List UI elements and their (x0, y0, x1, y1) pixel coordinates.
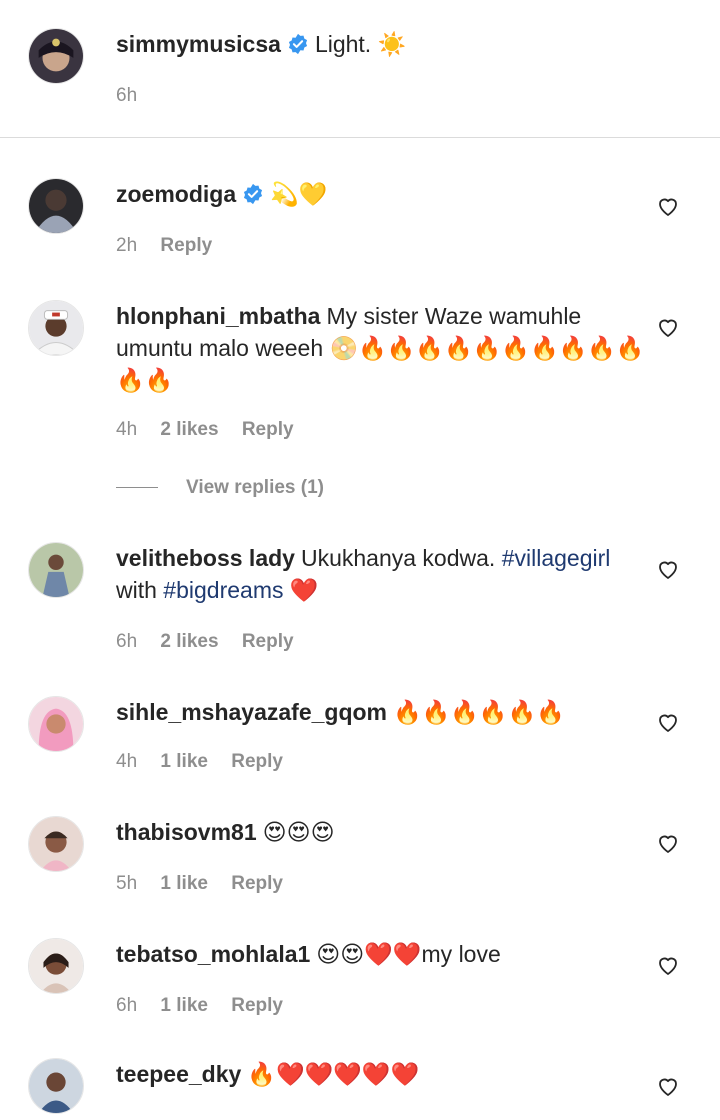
view-replies-divider (116, 487, 158, 489)
comment-time: 5h (116, 873, 138, 894)
comment-meta: 4h 2 likes Reply (116, 418, 312, 442)
avatar[interactable] (28, 28, 84, 84)
comment-time: 6h (116, 631, 138, 652)
comment-body: 💫💛 (270, 181, 328, 207)
comment-body-end: ❤️ (283, 577, 319, 603)
reply-button[interactable]: Reply (231, 873, 283, 894)
avatar[interactable] (28, 542, 84, 598)
avatar[interactable] (28, 696, 84, 752)
likes-count[interactable]: 2 likes (160, 419, 218, 440)
caption-username[interactable]: simmymusicsa (116, 31, 281, 57)
view-replies-button[interactable]: View replies (1) (116, 476, 324, 500)
likes-count[interactable]: 1 like (160, 873, 208, 894)
reply-button[interactable]: Reply (242, 419, 294, 440)
avatar[interactable] (28, 300, 84, 356)
comment-username[interactable]: tebatso_mohlala1 (116, 941, 310, 967)
comment-username[interactable]: hlonphani_mbatha (116, 303, 320, 329)
reply-button[interactable]: Reply (231, 751, 283, 772)
heart-icon[interactable] (656, 710, 680, 734)
comment-text: sihle_mshayazafe_gqom 🔥🔥🔥🔥🔥🔥 (116, 696, 646, 728)
comment-time: 4h (116, 751, 138, 772)
likes-count[interactable]: 1 like (160, 751, 208, 772)
comment-text: hlonphani_mbatha My sister Waze wamuhle u… (116, 300, 646, 396)
caption-text: simmymusicsa Light. ☀️ (116, 28, 646, 60)
comment-time: 4h (116, 419, 138, 440)
comment-text: velitheboss lady Ukukhanya kodwa. #villag… (116, 542, 646, 606)
comment-username[interactable]: thabisovm81 (116, 819, 257, 845)
comment-body: 🔥🔥🔥🔥🔥🔥 (393, 699, 565, 725)
comment-meta: 6h 1 like Reply (116, 994, 301, 1018)
post-caption: simmymusicsa Light. ☀️ 6h (0, 0, 720, 138)
comment-text: tebatso_mohlala1 😍😍❤️❤️my love (116, 938, 646, 970)
likes-count[interactable]: 2 likes (160, 631, 218, 652)
caption-time: 6h (116, 85, 138, 106)
comment-body: Ukukhanya kodwa. (300, 545, 502, 571)
caption-meta: 6h (116, 84, 155, 108)
hashtag-link[interactable]: #villagegirl (502, 545, 611, 571)
caption-body: Light. ☀️ (314, 31, 407, 57)
comment-text: zoemodiga 💫💛 (116, 178, 646, 210)
hashtag-link[interactable]: #bigdreams (163, 577, 283, 603)
reply-button[interactable]: Reply (160, 235, 212, 256)
comment-body: 😍😍😍 (262, 819, 335, 845)
comment-body: 😍😍❤️❤️my love (316, 941, 501, 967)
reply-button[interactable]: Reply (242, 631, 294, 652)
avatar[interactable] (28, 1058, 84, 1114)
comment-username[interactable]: teepee_dky (116, 1061, 241, 1087)
comment-meta: 4h 1 like Reply (116, 750, 301, 774)
reply-button[interactable]: Reply (231, 995, 283, 1016)
heart-icon[interactable] (656, 831, 680, 855)
comment-meta: 6h 2 likes Reply (116, 630, 312, 654)
avatar[interactable] (28, 938, 84, 994)
heart-icon[interactable] (656, 1074, 680, 1098)
comment-time: 2h (116, 235, 138, 256)
comment-text: teepee_dky 🔥❤️❤️❤️❤️❤️ (116, 1058, 646, 1090)
view-replies-label: View replies (1) (186, 477, 324, 498)
likes-count[interactable]: 1 like (160, 995, 208, 1016)
comment-time: 6h (116, 995, 138, 1016)
comment-meta: 5h 1 like Reply (116, 872, 301, 896)
comment-username[interactable]: sihle_mshayazafe_gqom (116, 699, 387, 725)
heart-icon[interactable] (656, 953, 680, 977)
comment-username[interactable]: zoemodiga (116, 181, 236, 207)
comment-meta: 2h Reply (116, 234, 230, 258)
comment-text: thabisovm81 😍😍😍 (116, 816, 646, 848)
heart-icon[interactable] (656, 194, 680, 218)
avatar[interactable] (28, 178, 84, 234)
verified-badge-icon (288, 33, 308, 55)
avatar[interactable] (28, 816, 84, 872)
comment-username[interactable]: velitheboss lady (116, 545, 295, 571)
comment-body: 🔥❤️❤️❤️❤️❤️ (247, 1061, 420, 1087)
comment-body-mid: with (116, 577, 164, 603)
heart-icon[interactable] (656, 557, 680, 581)
verified-badge-icon (244, 183, 263, 205)
heart-icon[interactable] (656, 315, 680, 339)
